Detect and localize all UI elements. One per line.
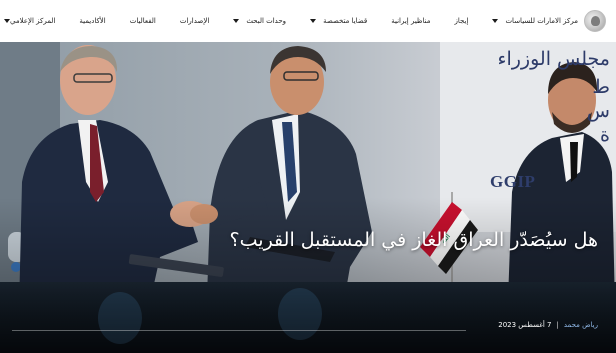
nav-item-label: الفعاليات: [129, 17, 156, 25]
caret-down-icon: [492, 19, 499, 23]
backdrop-banner-letter: س: [586, 100, 610, 122]
backdrop-banner-text: مجلس الوزراء: [497, 48, 610, 70]
main-nav: مركز الامارات للسياسات إيجاز مناظير إيرا…: [10, 0, 584, 42]
caret-down-icon: [233, 19, 240, 23]
nav-item-label: مناظير إيرانية: [391, 17, 431, 25]
nav-item-label: مركز الامارات للسياسات: [505, 17, 578, 25]
nav-item-academy[interactable]: الأكاديمية: [79, 17, 105, 25]
meta-separator: |: [556, 321, 559, 329]
hero-photo: الله: [0, 42, 616, 353]
nav-item-label: وحدات البحث: [246, 17, 287, 25]
article-date: 7 أغسطس 2023: [498, 321, 552, 329]
caret-down-icon[interactable]: [4, 19, 10, 23]
caret-down-icon: [310, 19, 317, 23]
hero-featured-article[interactable]: الله مجلس الوزراء ط س ة GGIP: [0, 42, 616, 353]
backdrop-banner-letter: ة: [600, 124, 610, 146]
article-author-link[interactable]: رياض محمد: [564, 321, 598, 329]
nav-item-label: الأكاديمية: [79, 17, 106, 25]
nav-item-label: إيجاز: [454, 17, 469, 25]
nav-item-emirates-policy-center[interactable]: مركز الامارات للسياسات: [492, 17, 578, 25]
site-logo[interactable]: [584, 10, 606, 32]
nav-item-research-units[interactable]: وحدات البحث: [233, 17, 286, 25]
article-meta: رياض محمد | 7 أغسطس 2023: [498, 321, 598, 329]
nav-item-label: المركز الإعلامي: [10, 17, 56, 25]
nav-item-label: الإصدارات: [179, 17, 210, 25]
nav-item-publications[interactable]: الإصدارات: [180, 17, 209, 25]
backdrop-logo-text: GGIP: [490, 172, 536, 191]
article-headline[interactable]: هل سيُصَدّر العراق الغاز في المستقبل الق…: [38, 229, 598, 251]
nav-item-briefing[interactable]: إيجاز: [455, 17, 469, 25]
backdrop-banner-letter: ط: [592, 76, 610, 98]
nav-item-events[interactable]: الفعاليات: [130, 17, 156, 25]
nav-item-specialized-issues[interactable]: قضايا متخصصة: [310, 17, 367, 25]
nav-item-media-center[interactable]: المركز الإعلامي: [10, 17, 55, 25]
nav-item-label: قضايا متخصصة: [323, 17, 368, 25]
top-navigation-bar: مركز الامارات للسياسات إيجاز مناظير إيرا…: [0, 0, 616, 42]
divider: [12, 330, 466, 331]
nav-item-iranian-perspectives[interactable]: مناظير إيرانية: [391, 17, 430, 25]
